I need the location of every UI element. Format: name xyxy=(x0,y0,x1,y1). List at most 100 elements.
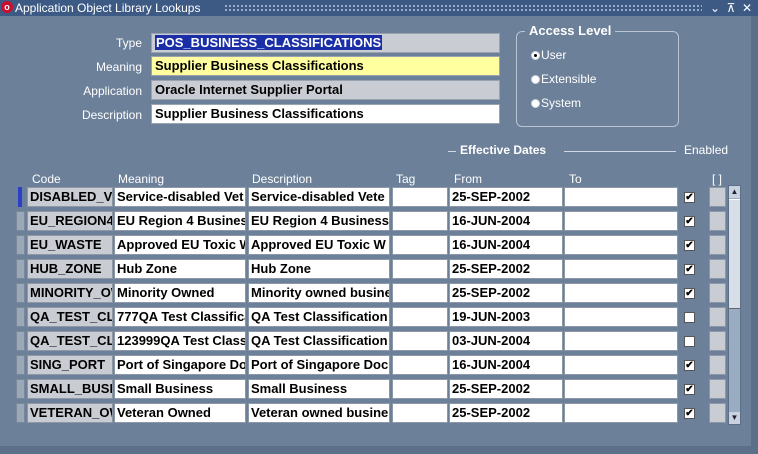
enabled-checkbox[interactable]: ✔ xyxy=(684,360,695,371)
description-field[interactable]: Supplier Business Classifications xyxy=(151,104,500,124)
row-indicator[interactable] xyxy=(16,283,25,303)
dff-field[interactable] xyxy=(709,187,726,207)
enabled-checkbox[interactable] xyxy=(684,336,695,347)
code-cell[interactable]: MINORITY_OW xyxy=(27,283,113,303)
title-bar[interactable]: o Application Object Library Lookups ⌄ ⊼… xyxy=(0,0,758,16)
description-cell[interactable]: EU Region 4 Business xyxy=(248,211,390,231)
description-cell[interactable]: Port of Singapore Doc xyxy=(248,355,390,375)
enabled-checkbox[interactable] xyxy=(684,312,695,323)
meaning-cell[interactable]: Port of Singapore Do xyxy=(114,355,246,375)
code-cell[interactable]: EU_WASTE xyxy=(27,235,113,255)
table-row[interactable]: EU_WASTE Approved EU Toxic W Approved EU… xyxy=(16,233,742,257)
vertical-scrollbar[interactable]: ▲ ▼ xyxy=(728,185,741,425)
dff-field[interactable] xyxy=(709,403,726,423)
from-date-cell[interactable]: 16-JUN-2004 xyxy=(449,211,563,231)
table-row[interactable]: SMALL_BUSI Small Business Small Business… xyxy=(16,377,742,401)
table-row[interactable]: SING_PORT Port of Singapore Do Port of S… xyxy=(16,353,742,377)
from-date-cell[interactable]: 25-SEP-2002 xyxy=(449,187,563,207)
to-date-cell[interactable] xyxy=(564,307,678,327)
tag-cell[interactable] xyxy=(392,235,448,255)
code-cell[interactable]: SING_PORT xyxy=(27,355,113,375)
description-cell[interactable]: Service-disabled Vete xyxy=(248,187,390,207)
meaning-cell[interactable]: Small Business xyxy=(114,379,246,399)
description-cell[interactable]: Hub Zone xyxy=(248,259,390,279)
table-row[interactable]: HUB_ZONE Hub Zone Hub Zone 25-SEP-2002 ✔ xyxy=(16,257,742,281)
table-row[interactable]: VETERAN_OW Veteran Owned Veteran owned b… xyxy=(16,401,742,425)
description-cell[interactable]: Minority owned busine xyxy=(248,283,390,303)
code-cell[interactable]: EU_REGION4 xyxy=(27,211,113,231)
scroll-thumb[interactable] xyxy=(729,199,740,309)
tag-cell[interactable] xyxy=(392,187,448,207)
code-cell[interactable]: VETERAN_OW xyxy=(27,403,113,423)
tag-cell[interactable] xyxy=(392,307,448,327)
from-date-cell[interactable]: 25-SEP-2002 xyxy=(449,379,563,399)
enabled-checkbox[interactable]: ✔ xyxy=(684,192,695,203)
description-cell[interactable]: Small Business xyxy=(248,379,390,399)
meaning-cell[interactable]: Hub Zone xyxy=(114,259,246,279)
to-date-cell[interactable] xyxy=(564,331,678,351)
row-indicator[interactable] xyxy=(16,355,25,375)
dff-field[interactable] xyxy=(709,307,726,327)
code-cell[interactable]: SMALL_BUSI xyxy=(27,379,113,399)
from-date-cell[interactable]: 03-JUN-2004 xyxy=(449,331,563,351)
table-row[interactable]: DISABLED_V Service-disabled Vet Service-… xyxy=(16,185,742,209)
from-date-cell[interactable]: 19-JUN-2003 xyxy=(449,307,563,327)
code-cell[interactable]: QA_TEST_CL xyxy=(27,307,113,327)
table-row[interactable]: QA_TEST_CL 123999QA Test Class QA Test C… xyxy=(16,329,742,353)
dff-column-header[interactable]: [ ] xyxy=(712,172,722,186)
access-extensible-radio[interactable]: Extensible xyxy=(531,72,596,86)
row-indicator[interactable] xyxy=(16,403,25,423)
enabled-checkbox[interactable]: ✔ xyxy=(684,384,695,395)
enabled-checkbox[interactable]: ✔ xyxy=(684,216,695,227)
meaning-cell[interactable]: Approved EU Toxic W xyxy=(114,235,246,255)
from-date-cell[interactable]: 16-JUN-2004 xyxy=(449,355,563,375)
close-icon[interactable]: ✕ xyxy=(740,0,754,16)
from-date-cell[interactable]: 25-SEP-2002 xyxy=(449,283,563,303)
meaning-cell[interactable]: Minority Owned xyxy=(114,283,246,303)
tag-cell[interactable] xyxy=(392,331,448,351)
from-date-cell[interactable]: 25-SEP-2002 xyxy=(449,403,563,423)
maximize-icon[interactable]: ⊼ xyxy=(724,0,738,16)
row-indicator[interactable] xyxy=(16,235,25,255)
dff-field[interactable] xyxy=(709,331,726,351)
meaning-cell[interactable]: 777QA Test Classifica xyxy=(114,307,246,327)
dff-field[interactable] xyxy=(709,259,726,279)
table-row[interactable]: QA_TEST_CL 777QA Test Classifica QA Test… xyxy=(16,305,742,329)
to-date-cell[interactable] xyxy=(564,283,678,303)
access-system-radio[interactable]: System xyxy=(531,96,581,110)
to-date-cell[interactable] xyxy=(564,235,678,255)
to-date-cell[interactable] xyxy=(564,259,678,279)
minimize-icon[interactable]: ⌄ xyxy=(708,0,722,16)
description-cell[interactable]: QA Test Classification xyxy=(248,307,390,327)
meaning-cell[interactable]: Service-disabled Vet xyxy=(114,187,246,207)
scroll-up-icon[interactable]: ▲ xyxy=(729,186,740,198)
dff-field[interactable] xyxy=(709,283,726,303)
enabled-checkbox[interactable]: ✔ xyxy=(684,288,695,299)
row-indicator[interactable] xyxy=(18,187,22,207)
code-cell[interactable]: HUB_ZONE xyxy=(27,259,113,279)
row-indicator[interactable] xyxy=(16,379,25,399)
table-row[interactable]: MINORITY_OW Minority Owned Minority owne… xyxy=(16,281,742,305)
tag-cell[interactable] xyxy=(392,283,448,303)
code-cell[interactable]: DISABLED_V xyxy=(27,187,113,207)
row-indicator[interactable] xyxy=(16,331,25,351)
scroll-down-icon[interactable]: ▼ xyxy=(729,412,740,424)
description-cell[interactable]: Approved EU Toxic W xyxy=(248,235,390,255)
to-date-cell[interactable] xyxy=(564,187,678,207)
enabled-checkbox[interactable]: ✔ xyxy=(684,264,695,275)
dff-field[interactable] xyxy=(709,235,726,255)
type-field[interactable]: POS_BUSINESS_CLASSIFICATIONS xyxy=(151,33,500,53)
tag-cell[interactable] xyxy=(392,379,448,399)
from-date-cell[interactable]: 25-SEP-2002 xyxy=(449,259,563,279)
to-date-cell[interactable] xyxy=(564,211,678,231)
enabled-checkbox[interactable]: ✔ xyxy=(684,240,695,251)
tag-cell[interactable] xyxy=(392,211,448,231)
meaning-cell[interactable]: 123999QA Test Class xyxy=(114,331,246,351)
meaning-field[interactable]: Supplier Business Classifications xyxy=(151,56,500,76)
row-indicator[interactable] xyxy=(16,259,25,279)
dff-field[interactable] xyxy=(709,211,726,231)
tag-cell[interactable] xyxy=(392,355,448,375)
to-date-cell[interactable] xyxy=(564,403,678,423)
tag-cell[interactable] xyxy=(392,259,448,279)
from-date-cell[interactable]: 16-JUN-2004 xyxy=(449,235,563,255)
